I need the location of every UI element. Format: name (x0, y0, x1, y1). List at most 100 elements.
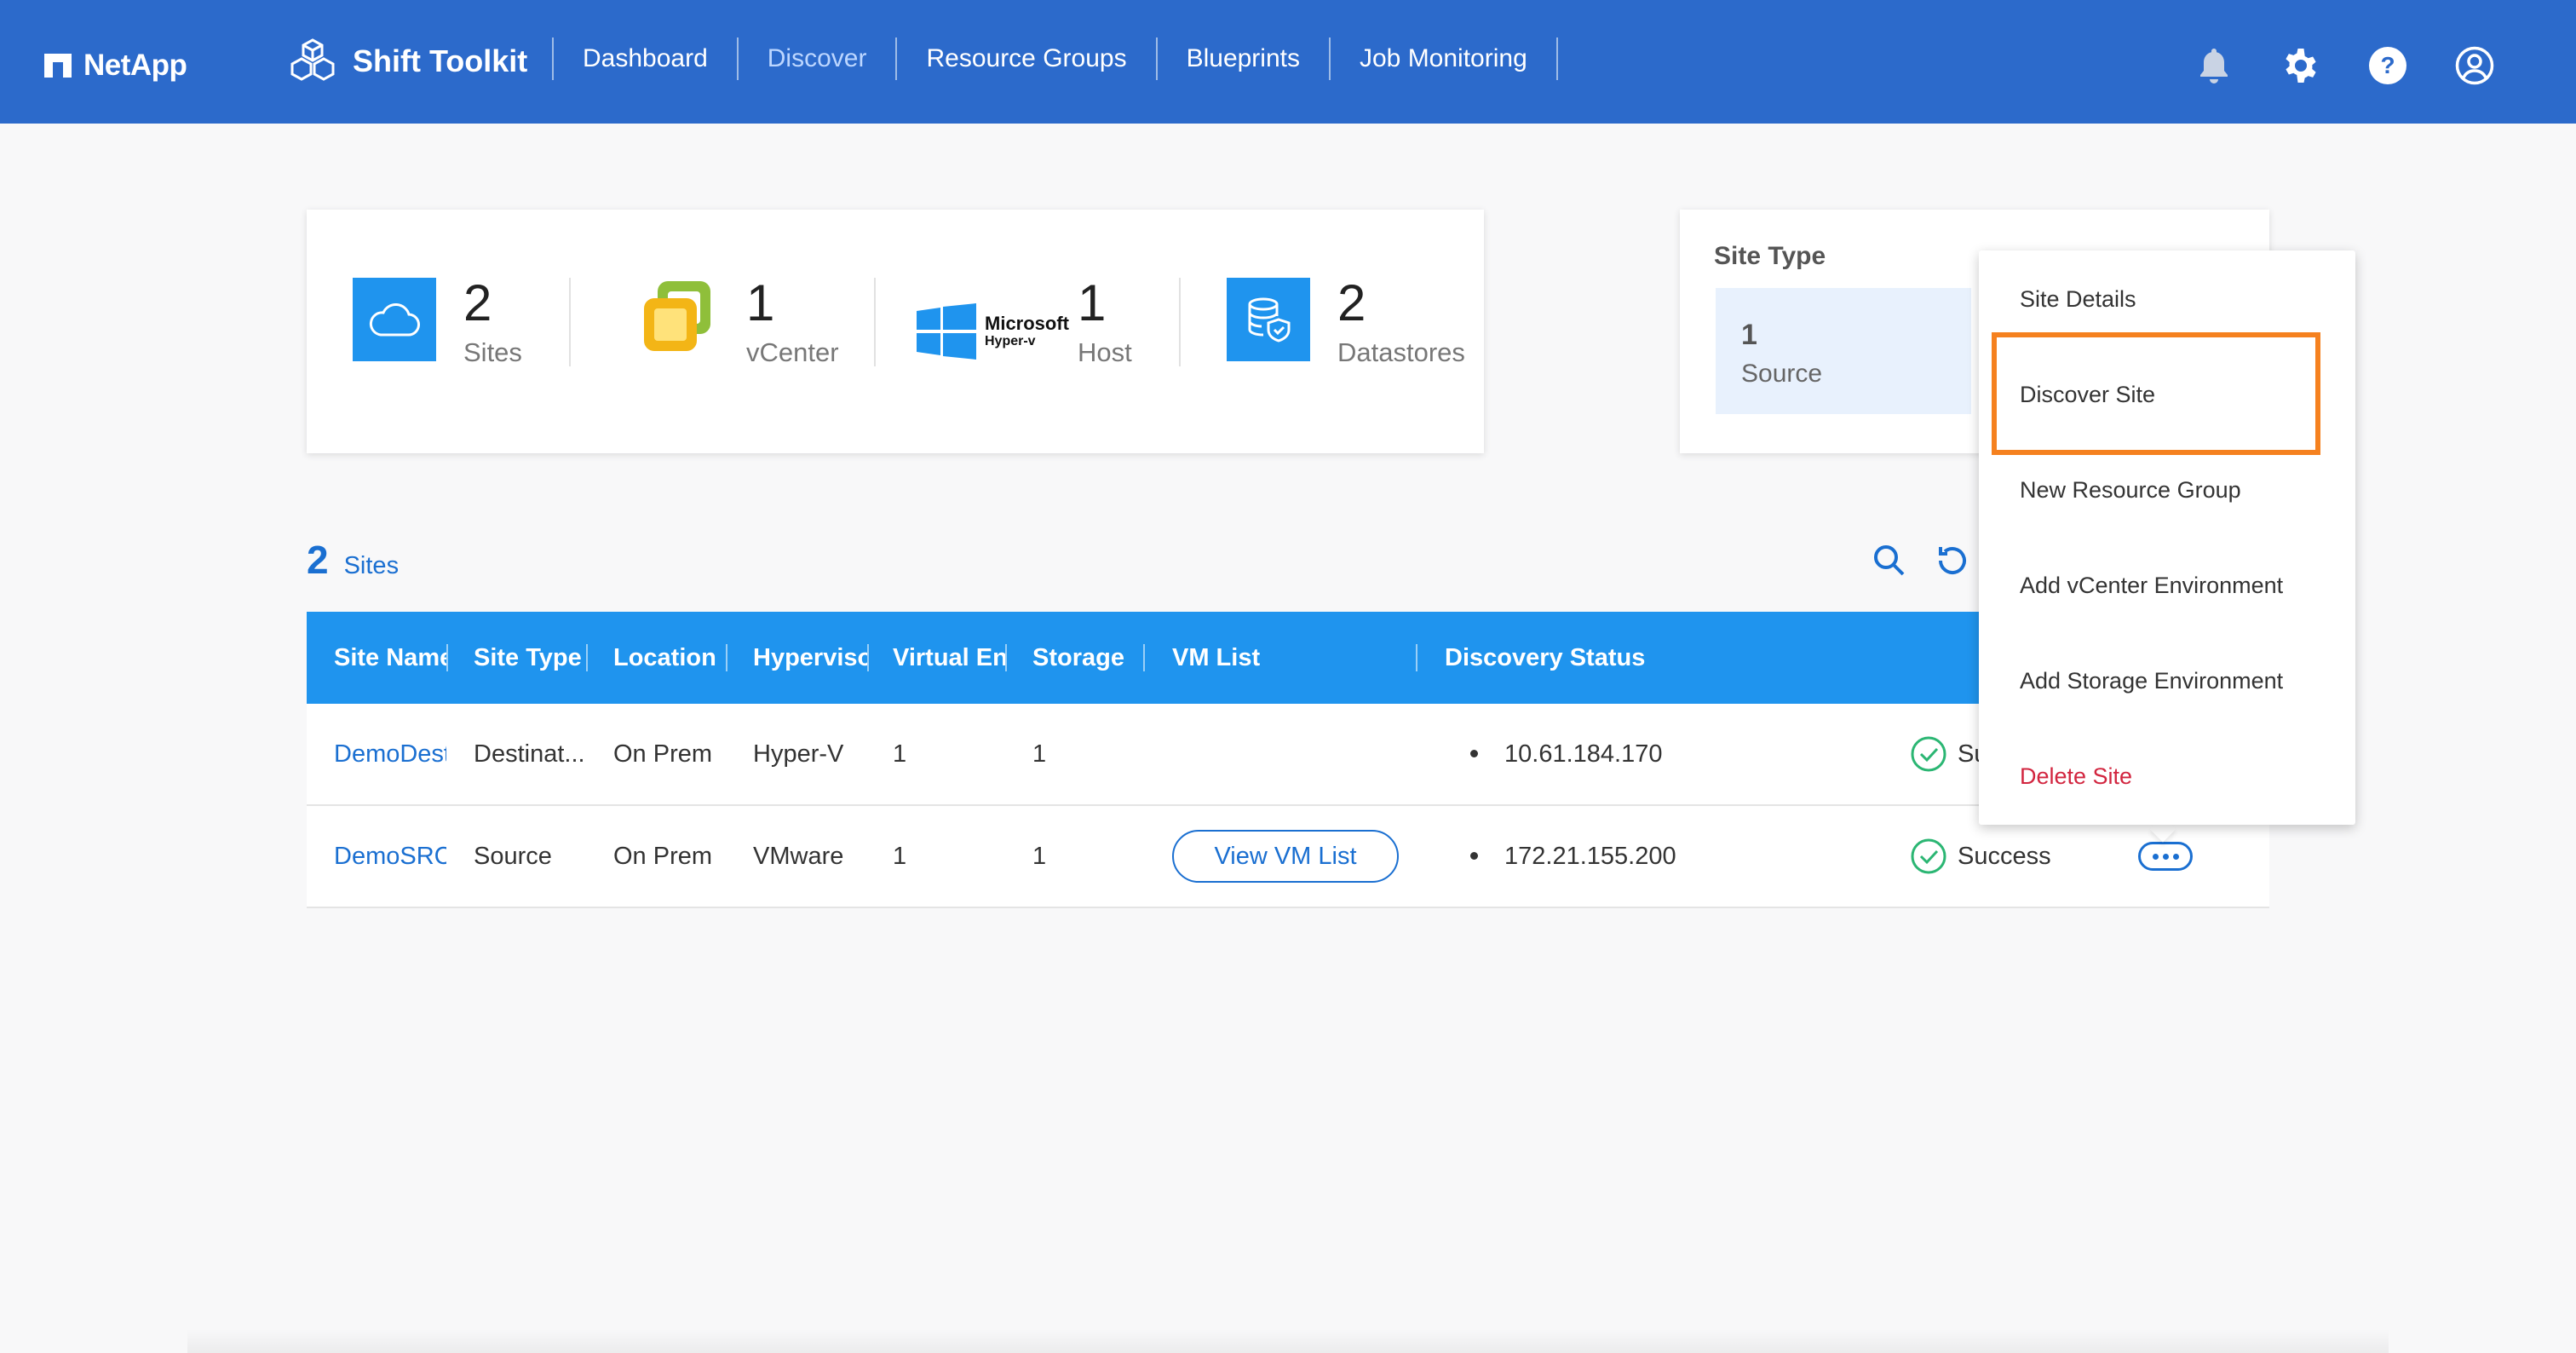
dot-icon (2152, 853, 2159, 860)
table-row: DemoSRC Source On Prem VMware 1 1 View V… (307, 806, 2269, 908)
source-count: 1 (1741, 319, 1757, 351)
product-name: Shift Toolkit (353, 43, 528, 78)
nav-discover[interactable]: Discover (739, 44, 896, 73)
sites-label: Sites (463, 337, 522, 367)
menu-item-site-details[interactable]: Site Details (2020, 286, 2136, 313)
table-header: Site Name Site Type Location Hypervisor … (307, 612, 2269, 704)
list-bullet (1470, 750, 1478, 757)
col-divider[interactable] (726, 644, 727, 671)
nav-job-monitoring[interactable]: Job Monitoring (1331, 44, 1556, 73)
refresh-icon[interactable] (1934, 542, 1971, 579)
nav-resource-groups[interactable]: Resource Groups (897, 44, 1155, 73)
virtual-env-cell: 1 (893, 842, 907, 870)
discover-site-highlight (1992, 332, 2320, 455)
location-cell: On Prem (613, 842, 713, 870)
window-bottom-shadow (187, 1329, 2389, 1353)
cube-cluster-icon (290, 38, 335, 81)
netapp-logo[interactable]: NetApp (44, 44, 187, 87)
stat-divider (569, 278, 571, 366)
settings-button[interactable] (2280, 44, 2322, 87)
source-label: Source (1741, 360, 1823, 388)
database-shield-icon (1248, 297, 1291, 343)
site-type-cell: Source (474, 842, 552, 870)
col-hypervisor[interactable]: Hypervisor (753, 612, 867, 704)
menu-item-new-resource-group[interactable]: New Resource Group (2020, 477, 2241, 504)
microsoft-logo-text: Microsoft (985, 313, 1069, 334)
col-divider[interactable] (1005, 644, 1007, 671)
col-divider[interactable] (1143, 644, 1145, 671)
hypervisor-cell: VMware (753, 842, 844, 870)
datastores-count: 2 (1337, 274, 1366, 331)
col-discovery-status[interactable]: Discovery Status (1445, 612, 1700, 704)
cloud-tile (353, 278, 436, 361)
ip-address-cell: 10.61.184.170 (1504, 740, 1663, 768)
search-icon[interactable] (1871, 542, 1908, 579)
col-vm-list[interactable]: VM List (1172, 612, 1394, 704)
site-name-link[interactable]: DemoSRC (334, 806, 446, 907)
site-type-cell: Destinat... (474, 740, 585, 768)
menu-item-add-vcenter-environment[interactable]: Add vCenter Environment (2020, 573, 2283, 599)
dot-icon (2162, 853, 2169, 860)
svg-text:?: ? (2380, 52, 2395, 78)
col-divider[interactable] (1416, 644, 1417, 671)
nav-blueprints[interactable]: Blueprints (1158, 44, 1329, 73)
col-virtual-env[interactable]: Virtual En (893, 612, 1005, 704)
hypervisor-cell: Hyper-V (753, 740, 844, 768)
status-text: Success (1958, 842, 2051, 870)
col-divider[interactable] (867, 644, 869, 671)
col-divider[interactable] (586, 644, 588, 671)
view-vm-list-button[interactable]: View VM List (1172, 830, 1399, 883)
vcenter-icon (644, 281, 710, 351)
stat-host: Microsoft Hyper-v 1 Host (917, 278, 1132, 371)
col-storage[interactable]: Storage (1032, 612, 1143, 704)
sites-heading-label: Sites (343, 552, 400, 579)
stat-divider (874, 278, 876, 366)
nav-dashboard[interactable]: Dashboard (554, 44, 737, 73)
host-count: 1 (1078, 274, 1107, 331)
vcenter-count: 1 (746, 274, 775, 331)
col-location[interactable]: Location (613, 612, 726, 704)
gear-icon (2286, 49, 2316, 83)
storage-cell: 1 (1032, 740, 1047, 768)
vcenter-label: vCenter (746, 337, 839, 367)
virtual-env-cell: 1 (893, 740, 907, 768)
hyperv-logo-text: Hyper-v (985, 334, 1036, 348)
product-title[interactable]: Shift Toolkit (286, 31, 527, 92)
menu-item-delete-site[interactable]: Delete Site (2020, 763, 2132, 790)
row-actions-button[interactable] (2138, 842, 2193, 871)
dot-icon (2172, 853, 2179, 860)
hyperv-logo: Microsoft Hyper-v (917, 303, 1069, 360)
host-label: Host (1078, 337, 1132, 367)
summary-card: 2 Sites 1 vCenter Microsoft Hyper-v 1 Ho… (307, 210, 1484, 453)
menu-item-add-storage-environment[interactable]: Add Storage Environment (2020, 668, 2283, 694)
sites-table: Site Name Site Type Location Hypervisor … (307, 612, 2269, 908)
sites-heading-count: 2 (307, 538, 329, 582)
col-divider[interactable] (446, 644, 448, 671)
windows-icon (917, 303, 976, 360)
notifications-button[interactable] (2193, 44, 2235, 87)
table-row: DemoDest Destinat... On Prem Hyper-V 1 1… (307, 704, 2269, 806)
sites-heading: 2 Sites (307, 537, 399, 583)
help-button[interactable]: ? (2366, 44, 2409, 87)
datastores-label: Datastores (1337, 337, 1465, 367)
stat-sites: 2 Sites (353, 278, 522, 371)
stat-divider (1179, 278, 1181, 366)
user-profile-button[interactable] (2453, 44, 2496, 87)
site-name-link[interactable]: DemoDest (334, 704, 446, 804)
ip-address-cell: 172.21.155.200 (1504, 842, 1676, 870)
user-icon (2455, 46, 2494, 85)
location-cell: On Prem (613, 740, 713, 768)
table-tools (1871, 542, 1971, 579)
stat-vcenter: 1 vCenter (639, 278, 839, 371)
col-site-name[interactable]: Site Name (334, 612, 446, 704)
bell-icon (2200, 49, 2228, 83)
site-type-source-box[interactable]: 1 Source (1716, 288, 1971, 414)
main-nav: Dashboard Discover Resource Groups Bluep… (552, 34, 1558, 83)
nav-divider (1555, 37, 1558, 80)
top-navigation-bar: NetApp Shift Toolkit Dashboard Discover … (0, 0, 2576, 124)
col-site-type[interactable]: Site Type (474, 612, 586, 704)
help-icon: ? (2369, 47, 2406, 84)
site-type-title: Site Type (1714, 242, 1826, 270)
success-check-icon (1911, 838, 1946, 874)
sites-count: 2 (463, 274, 492, 331)
